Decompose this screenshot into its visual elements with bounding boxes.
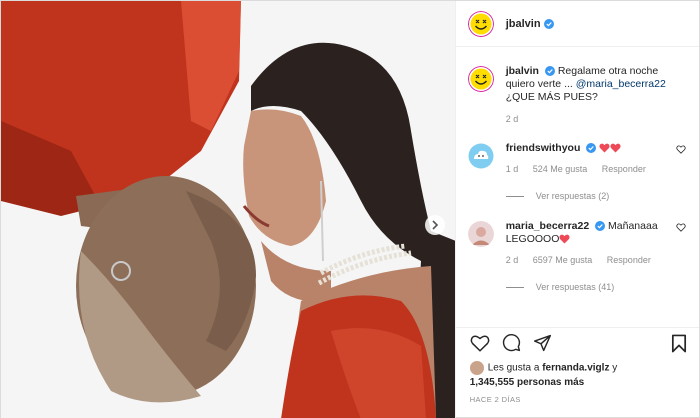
red-heart-emoji-icon [599, 143, 610, 153]
post-side-panel: jbalvin jbalvin Regalame otra noche quie… [454, 1, 699, 418]
comment: maria_becerra22 Mañanaaa LEGOOOO 2 d 659… [456, 220, 699, 294]
reply-button[interactable]: Responder [607, 255, 651, 265]
post-image[interactable] [1, 1, 455, 418]
comment-likes[interactable]: 524 Me gusta [533, 164, 588, 174]
verified-icon [595, 221, 606, 232]
user-avatar-icon[interactable] [467, 221, 494, 247]
caption-age[interactable]: 2 d [506, 114, 519, 124]
caption-username[interactable]: jbalvin [506, 65, 539, 77]
reply-button[interactable]: Responder [602, 164, 646, 174]
next-image-button[interactable] [425, 215, 445, 235]
comment-meta: 1 d 524 Me gusta Responder [506, 163, 673, 176]
caption-mention[interactable]: @maria_becerra22 [576, 78, 666, 90]
verified-icon [544, 66, 555, 77]
caption-meta: 2 d [506, 113, 673, 126]
red-heart-emoji-icon [610, 143, 621, 153]
verified-icon [586, 143, 597, 154]
heart-icon[interactable] [470, 334, 490, 352]
view-replies-button[interactable]: Ver respuestas (41) [505, 281, 673, 294]
comment-icon[interactable] [502, 333, 521, 352]
post-timestamp[interactable]: HACE 2 DÍAS [470, 395, 521, 404]
likes-count[interactable]: 1,345,555 [470, 377, 515, 388]
caption-text-2: ¿QUE MÁS PUES? [505, 91, 598, 103]
comment-username[interactable]: friendswithyou [506, 142, 581, 154]
instagram-post: jbalvin jbalvin Regalame otra noche quie… [0, 0, 700, 418]
smiley-logo-icon[interactable] [467, 66, 494, 92]
divider [505, 287, 524, 288]
likes-text-2: y [612, 362, 618, 374]
red-heart-emoji-icon [559, 234, 570, 244]
likes-summary: Les gusta a fernanda.viglz y 1,345,555 p… [469, 361, 689, 390]
chevron-right-icon [432, 220, 439, 230]
comment: friendswithyou 1 d 524 Me gusta Responde… [456, 142, 699, 203]
bookmark-icon[interactable] [671, 334, 687, 353]
view-replies-label: Ver respuestas (41) [535, 282, 615, 292]
post-header: jbalvin [455, 1, 699, 47]
likes-text-1: Les gusta a [487, 362, 540, 374]
view-replies-label: Ver respuestas (2) [535, 191, 610, 201]
heart-icon[interactable] [676, 223, 686, 232]
cloud-avatar-icon[interactable] [468, 143, 494, 169]
divider [505, 196, 524, 197]
comment-age[interactable]: 1 d [506, 164, 519, 174]
post-username[interactable]: jbalvin [506, 18, 541, 30]
comment-likes[interactable]: 6597 Me gusta [533, 255, 593, 265]
heart-icon[interactable] [676, 145, 686, 154]
comment-username[interactable]: maria_becerra22 [506, 220, 589, 232]
smiley-logo-icon[interactable] [467, 10, 494, 37]
post-photo-illustration [1, 1, 455, 418]
view-replies-button[interactable]: Ver respuestas (2) [505, 190, 673, 203]
comment-meta: 2 d 6597 Me gusta Responder [506, 254, 673, 267]
likes-user[interactable]: fernanda.viglz [542, 363, 609, 374]
comments-list: jbalvin Regalame otra noche quiero verte… [456, 55, 699, 294]
liker-avatar[interactable] [469, 361, 484, 375]
share-icon[interactable] [533, 334, 552, 352]
action-bar [455, 327, 699, 357]
caption: jbalvin Regalame otra noche quiero verte… [456, 65, 699, 126]
likes-text-3[interactable]: personas más [517, 377, 584, 388]
comment-age[interactable]: 2 d [506, 255, 519, 265]
verified-icon [543, 18, 554, 29]
